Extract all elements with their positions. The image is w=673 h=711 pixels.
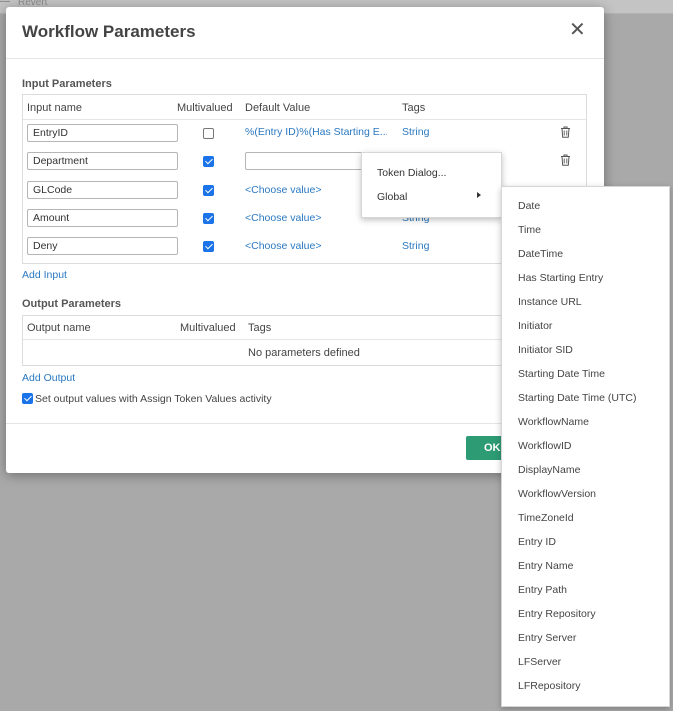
submenu-item[interactable]: DisplayName <box>518 464 580 476</box>
submenu-item[interactable]: Date <box>518 200 540 212</box>
default-value-input[interactable] <box>245 152 365 170</box>
dialog-title: Workflow Parameters <box>22 22 196 41</box>
tag-link[interactable]: String <box>402 126 429 138</box>
column-header-default-value: Default Value <box>245 102 311 114</box>
multivalued-checkbox[interactable] <box>203 241 214 252</box>
global-submenu: Date Time DateTime Has Starting Entry In… <box>501 186 670 707</box>
submenu-item[interactable]: WorkflowName <box>518 416 589 428</box>
add-output-link[interactable]: Add Output <box>22 372 75 384</box>
trash-icon[interactable] <box>560 126 571 138</box>
submenu-item[interactable]: Starting Date Time (UTC) <box>518 392 636 404</box>
submenu-item[interactable]: Entry Repository <box>518 608 596 620</box>
input-name-field[interactable]: Department <box>27 152 178 170</box>
assign-token-values-checkbox[interactable] <box>22 393 33 404</box>
submenu-item[interactable]: WorkflowID <box>518 440 571 452</box>
multivalued-checkbox[interactable] <box>203 185 214 196</box>
submenu-item[interactable]: Entry Server <box>518 632 576 644</box>
empty-state-text: No parameters defined <box>248 347 360 359</box>
input-name-field[interactable]: EntryID <box>27 124 178 142</box>
submenu-item[interactable]: LFRepository <box>518 680 580 692</box>
menu-item-global[interactable]: Global <box>377 191 407 203</box>
default-value-link[interactable]: %(Entry ID)%(Has Starting E... <box>245 126 387 138</box>
submenu-item[interactable]: Entry Name <box>518 560 573 572</box>
submenu-item[interactable]: LFServer <box>518 656 561 668</box>
submenu-item[interactable]: Starting Date Time <box>518 368 605 380</box>
input-name-field[interactable]: GLCode <box>27 181 178 199</box>
column-header-input-name: Input name <box>27 102 83 114</box>
menu-item-token-dialog[interactable]: Token Dialog... <box>377 167 446 179</box>
input-name-field[interactable]: Amount <box>27 209 178 227</box>
submenu-item[interactable]: Has Starting Entry <box>518 272 603 284</box>
default-value-link[interactable]: <Choose value> <box>245 240 321 252</box>
submenu-item[interactable]: Time <box>518 224 541 236</box>
default-value-link[interactable]: <Choose value> <box>245 184 321 196</box>
divider <box>6 58 604 59</box>
column-header-output-name: Output name <box>27 322 91 334</box>
submenu-item[interactable]: DateTime <box>518 248 563 260</box>
submenu-item[interactable]: Entry ID <box>518 536 556 548</box>
submenu-item[interactable]: Entry Path <box>518 584 567 596</box>
multivalued-checkbox[interactable] <box>203 156 214 167</box>
column-header-multivalued: Multivalued <box>177 102 233 114</box>
assign-token-values-label: Set output values with Assign Token Valu… <box>35 393 272 405</box>
output-parameters-label: Output Parameters <box>22 298 122 310</box>
input-name-field[interactable]: Deny <box>27 237 178 255</box>
add-input-link[interactable]: Add Input <box>22 269 67 281</box>
collapse-icon: ― <box>0 0 10 7</box>
default-value-link[interactable]: <Choose value> <box>245 212 321 224</box>
token-context-menu: Token Dialog... Global <box>361 152 502 218</box>
multivalued-checkbox[interactable] <box>203 128 214 139</box>
submenu-item[interactable]: Initiator SID <box>518 344 573 356</box>
column-header-tags: Tags <box>248 322 272 334</box>
trash-icon[interactable] <box>560 154 571 166</box>
submenu-item[interactable]: Initiator <box>518 320 552 332</box>
column-header-tags: Tags <box>402 102 426 114</box>
tag-link[interactable]: String <box>402 240 429 252</box>
submenu-item[interactable]: Instance URL <box>518 296 582 308</box>
multivalued-checkbox[interactable] <box>203 213 214 224</box>
divider <box>23 119 586 120</box>
submenu-item[interactable]: WorkflowVersion <box>518 488 596 500</box>
column-header-multivalued: Multivalued <box>180 322 236 334</box>
close-icon[interactable]: ✕ <box>569 20 586 40</box>
submenu-arrow-icon <box>477 192 481 198</box>
input-parameters-label: Input Parameters <box>22 78 112 90</box>
submenu-item[interactable]: TimeZoneId <box>518 512 574 524</box>
